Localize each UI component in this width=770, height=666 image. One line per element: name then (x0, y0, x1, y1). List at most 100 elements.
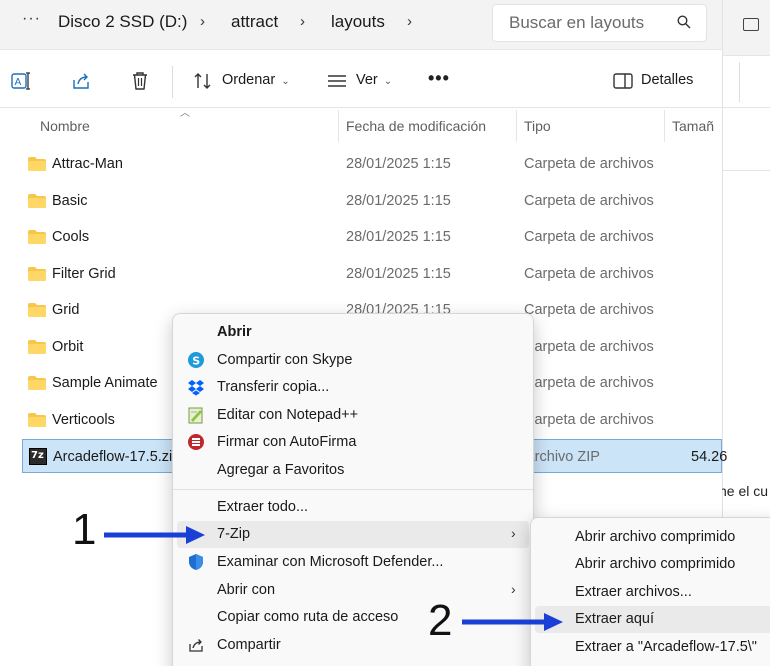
menu-item-add-favorites[interactable]: Agregar a Favoritos (177, 457, 529, 484)
file-type: Carpeta de archivos (524, 156, 654, 172)
breadcrumb-attract[interactable]: attract (231, 12, 278, 32)
monitor-icon (743, 18, 759, 31)
menu-item-extract-all[interactable]: Extraer todo... (177, 494, 529, 521)
file-type: Carpeta de archivos (524, 265, 654, 282)
file-name: Orbit (52, 338, 84, 355)
column-header-size[interactable]: Tamañ (672, 118, 714, 134)
sort-icon[interactable] (192, 70, 214, 92)
file-date: 28/01/2025 1:15 (346, 156, 451, 172)
background-window-titlebar (723, 0, 770, 56)
command-bar: A Ordenar ⌄ Ver ⌄ ••• Detalles (0, 58, 722, 108)
delete-icon[interactable] (129, 70, 151, 92)
svg-text:A: A (15, 77, 22, 88)
menu-item-7zip[interactable]: 7-Zip › (177, 521, 529, 548)
chevron-right-icon: › (511, 525, 516, 541)
svg-text:S: S (192, 354, 200, 367)
background-window-text: ne el cu (719, 483, 769, 499)
file-type: Carpeta de archivos (524, 192, 654, 209)
search-input[interactable] (509, 13, 669, 33)
file-name: Arcadeflow-17.5.zi (53, 449, 173, 465)
file-size: 54.26 (691, 449, 728, 465)
folder-icon (28, 376, 46, 390)
chevron-down-icon: ⌄ (383, 76, 393, 87)
list-item[interactable]: Filter Grid 28/01/2025 1:15 Carpeta de a… (22, 257, 722, 291)
folder-icon (28, 266, 46, 281)
sort-button[interactable]: Ordenar ⌄ (222, 72, 290, 88)
notepad-plus-plus-icon (188, 407, 203, 424)
skype-icon: S (188, 352, 204, 368)
file-name: Sample Animate (52, 375, 158, 391)
column-header-date[interactable]: Fecha de modificación (346, 118, 486, 134)
file-type: Carpeta de archivos (524, 375, 654, 391)
annotation-arrow-2 (462, 613, 563, 631)
chevron-right-icon[interactable]: › (200, 13, 205, 30)
submenu-item-extract-to-folder[interactable]: Extraer a "Arcadeflow-17.5\" (535, 634, 770, 661)
folder-icon (28, 412, 46, 427)
annotation-arrow-1 (104, 526, 205, 544)
annotation-number-2: 2 (428, 596, 453, 645)
search-icon[interactable] (677, 15, 691, 29)
folder-icon (28, 230, 46, 244)
chevron-down-icon: ⌄ (281, 76, 290, 87)
file-type: Carpeta de archivos (524, 229, 654, 245)
chevron-right-icon[interactable]: › (300, 13, 305, 30)
submenu-item-extract-files[interactable]: Extraer archivos... (535, 579, 770, 606)
file-name: Cools (52, 229, 90, 245)
chevron-right-icon[interactable]: › (407, 13, 412, 30)
column-headers: Nombre Fecha de modificación Tipo Tamañ (0, 110, 722, 142)
folder-icon (28, 339, 46, 354)
file-name: Attrac-Man (52, 156, 123, 172)
submenu-item-open-archive-alt[interactable]: Abrir archivo comprimido (535, 551, 770, 578)
more-options-button[interactable]: ••• (428, 68, 450, 89)
file-name: Basic (52, 192, 88, 209)
search-box[interactable] (492, 4, 707, 42)
menu-item-defender-scan[interactable]: Examinar con Microsoft Defender... (177, 549, 529, 576)
details-pane-icon[interactable] (612, 70, 634, 92)
column-header-name[interactable]: Nombre (40, 118, 90, 134)
7zip-submenu: Abrir archivo comprimido Abrir archivo c… (530, 517, 770, 666)
file-date: 28/01/2025 1:15 (346, 192, 451, 209)
file-type: Archivo ZIP (525, 449, 600, 465)
file-name: Verticools (52, 411, 115, 428)
address-more-button[interactable]: ··· (22, 10, 41, 28)
menu-item-open[interactable]: Abrir (177, 319, 529, 346)
share-icon[interactable] (70, 70, 92, 92)
view-button[interactable]: Ver ⌄ (356, 72, 392, 88)
menu-item-share-skype[interactable]: S Compartir con Skype (177, 347, 529, 374)
view-icon[interactable] (326, 70, 348, 92)
background-window-toolbar (723, 56, 770, 108)
folder-icon (28, 303, 46, 317)
list-item[interactable]: Basic 28/01/2025 1:15 Carpeta de archivo… (22, 184, 722, 218)
menu-item-open-with[interactable]: Abrir con › (177, 577, 529, 604)
submenu-item-open-archive[interactable]: Abrir archivo comprimido (535, 524, 770, 551)
menu-item-sign-autofirma[interactable]: Firmar con AutoFirma (177, 429, 529, 456)
file-date: 28/01/2025 1:15 (346, 265, 451, 282)
file-name: Filter Grid (52, 265, 116, 282)
folder-icon (28, 157, 46, 171)
dropbox-icon (188, 380, 204, 396)
column-header-type[interactable]: Tipo (524, 118, 551, 134)
folder-icon (28, 193, 46, 208)
defender-shield-icon (189, 554, 203, 570)
breadcrumb-layouts[interactable]: layouts (331, 12, 385, 32)
details-button[interactable]: Detalles (641, 72, 693, 88)
rename-icon[interactable]: A (10, 70, 32, 92)
file-type: Carpeta de archivos (524, 302, 654, 318)
file-name: Grid (52, 302, 80, 318)
chevron-right-icon: › (511, 581, 516, 597)
submenu-item-extract-here[interactable]: Extraer aquí (535, 606, 770, 633)
autofirma-icon (188, 434, 204, 450)
list-item[interactable]: Attrac-Man 28/01/2025 1:15 Carpeta de ar… (22, 147, 722, 181)
file-date: 28/01/2025 1:15 (346, 229, 451, 245)
file-type: Carpeta de archivos (524, 411, 654, 428)
share-icon (189, 639, 203, 652)
menu-item-share[interactable]: Compartir (177, 632, 529, 659)
list-item[interactable]: Cools 28/01/2025 1:15 Carpeta de archivo… (22, 220, 722, 254)
annotation-number-1: 1 (72, 505, 97, 554)
address-bar: ··· Disco 2 SSD (D:) › attract › layouts… (0, 0, 722, 50)
7zip-archive-icon: 7z (29, 448, 47, 465)
menu-item-transfer-copy[interactable]: Transferir copia... (177, 374, 529, 401)
file-type: Carpeta de archivos (524, 338, 654, 355)
menu-item-edit-notepadpp[interactable]: Editar con Notepad++ (177, 402, 529, 429)
breadcrumb-drive[interactable]: Disco 2 SSD (D:) (58, 12, 187, 32)
